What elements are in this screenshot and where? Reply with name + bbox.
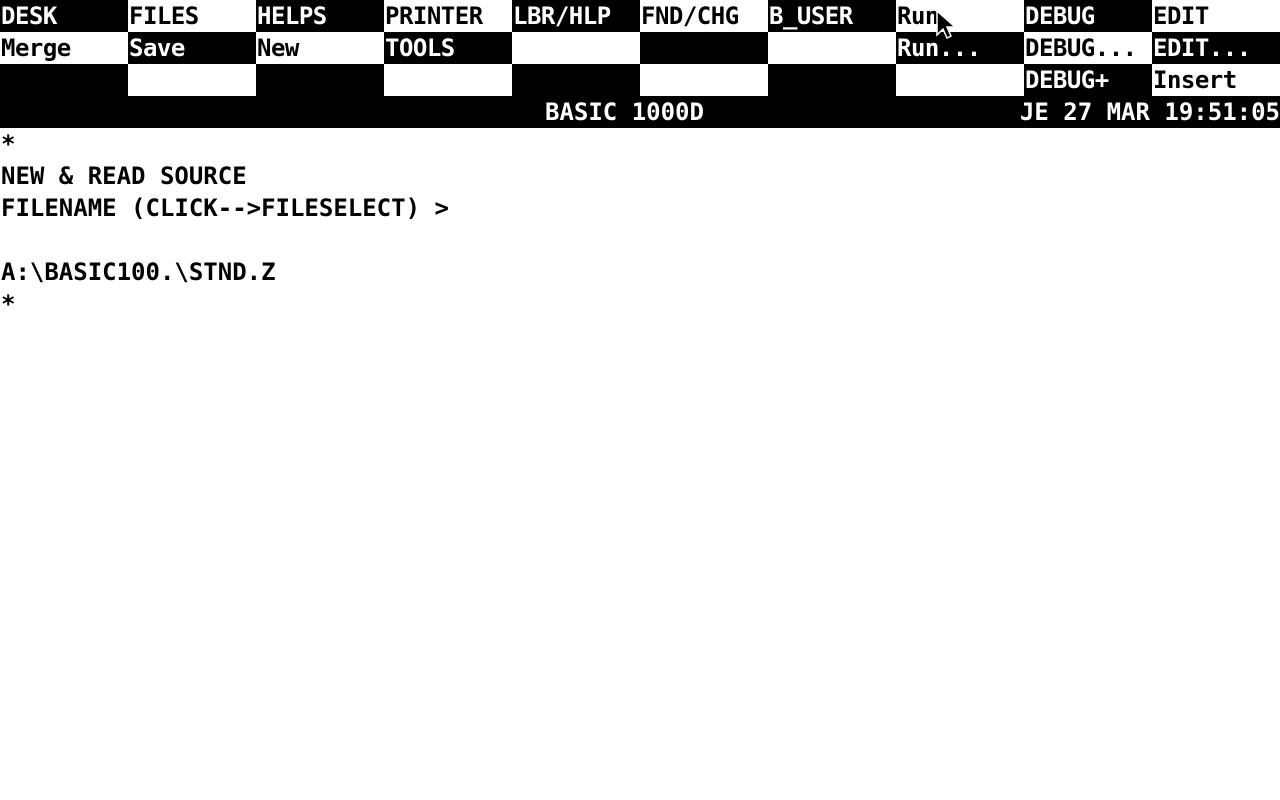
app-title: BASIC 1000D xyxy=(545,98,704,126)
filename-prompt: FILENAME (CLICK-->FILESELECT) > xyxy=(1,194,449,222)
date-time-display: JE 27 MAR 19:51:05 xyxy=(1019,98,1280,126)
menu-insert[interactable]: Insert xyxy=(1152,64,1280,96)
menu-edit-dialog[interactable]: EDIT... xyxy=(1152,32,1280,64)
menu-merge[interactable]: Merge xyxy=(0,32,128,64)
prompt-line: * xyxy=(1,290,16,318)
menu-empty-r3-6 xyxy=(640,64,768,96)
menu-fnd-chg[interactable]: FND/CHG xyxy=(640,0,768,32)
menu-debug-dialog[interactable]: DEBUG... xyxy=(1024,32,1152,64)
menu-save[interactable]: Save xyxy=(128,32,256,64)
mouse-pointer-icon xyxy=(936,10,957,40)
menu-tools[interactable]: TOOLS xyxy=(384,32,512,64)
command-echo: NEW & READ SOURCE xyxy=(1,162,247,190)
menu-new[interactable]: New xyxy=(256,32,384,64)
menu-b-user[interactable]: B_USER xyxy=(768,0,896,32)
menu-helps[interactable]: HELPS xyxy=(256,0,384,32)
menu-empty-r3-2 xyxy=(128,64,256,96)
menu-empty-r3-8 xyxy=(896,64,1024,96)
menu-empty-r3-4 xyxy=(384,64,512,96)
menu-run[interactable]: Run xyxy=(896,0,1024,32)
console-output[interactable]: * NEW & READ SOURCE FILENAME (CLICK-->FI… xyxy=(0,128,1280,800)
menu-desk[interactable]: DESK xyxy=(0,0,128,32)
menu-empty-r3-7 xyxy=(768,64,896,96)
menu-edit[interactable]: EDIT xyxy=(1152,0,1280,32)
menu-bar: DESK FILES HELPS PRINTER LBR/HLP FND/CHG… xyxy=(0,0,1280,96)
menu-empty-r3-1 xyxy=(0,64,128,96)
menu-empty-r2-6 xyxy=(640,32,768,64)
menu-run-dialog[interactable]: Run... xyxy=(896,32,1024,64)
menu-lbr-hlp[interactable]: LBR/HLP xyxy=(512,0,640,32)
menu-empty-r2-5 xyxy=(512,32,640,64)
menu-empty-r3-3 xyxy=(256,64,384,96)
prompt-line: * xyxy=(1,130,16,158)
menu-debug[interactable]: DEBUG xyxy=(1024,0,1152,32)
menu-printer[interactable]: PRINTER xyxy=(384,0,512,32)
file-path: A:\BASIC100.\STND.Z xyxy=(1,258,276,286)
status-bar: BASIC 1000D JE 27 MAR 19:51:05 xyxy=(0,96,1280,128)
menu-files[interactable]: FILES xyxy=(128,0,256,32)
menu-empty-r3-5 xyxy=(512,64,640,96)
menu-empty-r2-7 xyxy=(768,32,896,64)
menu-debug-plus[interactable]: DEBUG+ xyxy=(1024,64,1152,96)
